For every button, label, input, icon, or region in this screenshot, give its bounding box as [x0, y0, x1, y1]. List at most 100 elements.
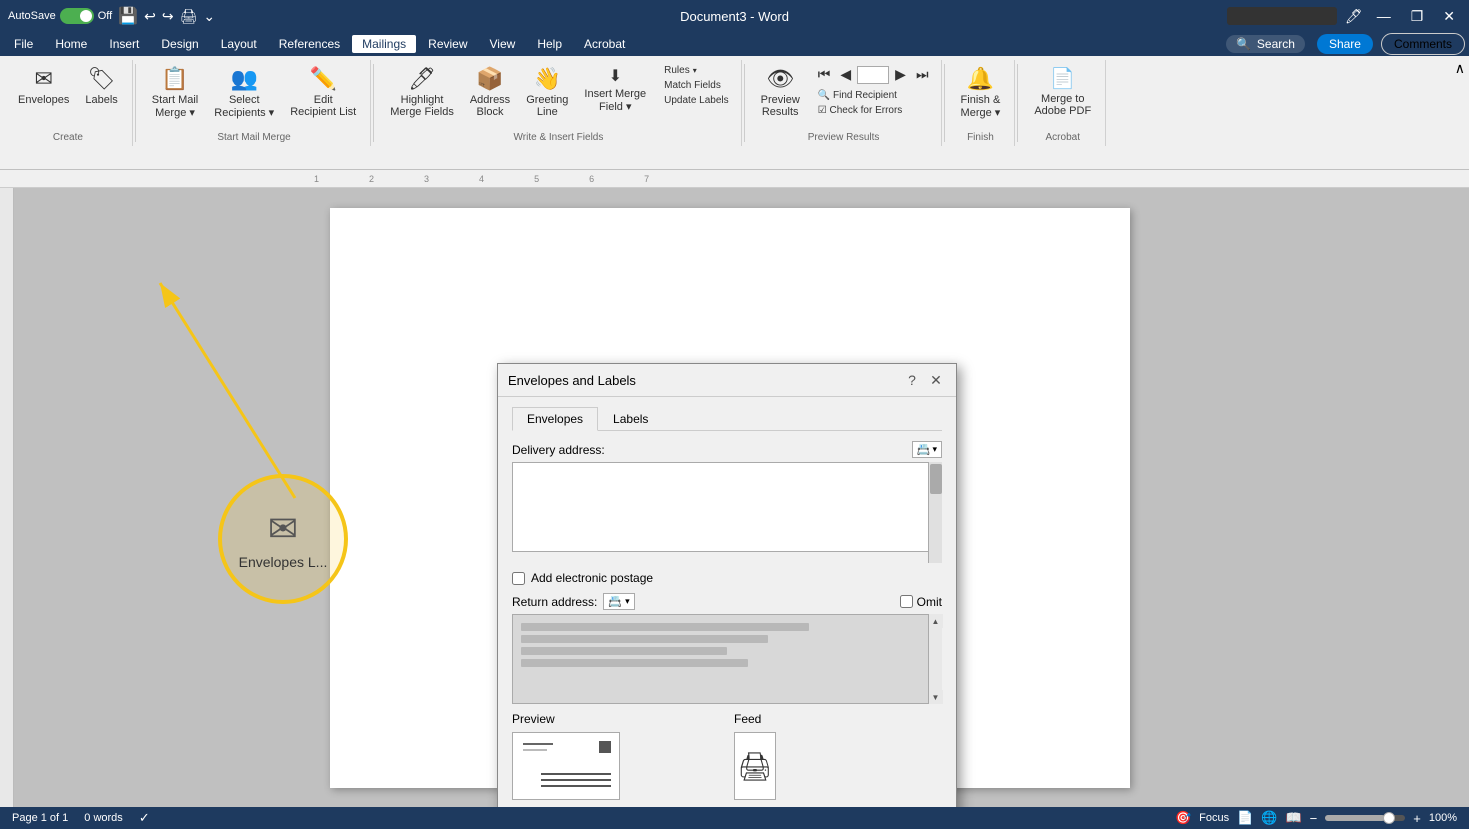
add-postage-checkbox[interactable]	[512, 572, 525, 585]
dialog-help-button[interactable]: ?	[902, 370, 922, 390]
delivery-address-book-button[interactable]: 📇 ▾	[912, 441, 942, 458]
autosave-label: AutoSave	[8, 10, 56, 22]
divider-3	[744, 64, 745, 142]
edit-recipient-label: Edit Recipient List	[290, 94, 356, 118]
menu-search[interactable]: 🔍 Search	[1226, 35, 1305, 53]
envelopes-button[interactable]: ✉ Envelopes	[12, 64, 75, 108]
update-labels-button[interactable]: Update Labels	[660, 94, 733, 107]
save-icon[interactable]: 💾	[118, 6, 138, 26]
ribbon-content: ✉ Envelopes 🏷 Labels Create 📋 Start Ma	[0, 56, 1469, 146]
focus-label[interactable]: Focus	[1199, 812, 1229, 824]
insert-merge-field-button[interactable]: ⬇ Insert Merge Field ▾	[578, 64, 652, 115]
start-mail-merge-button[interactable]: 📋 Start Mail Merge ▾	[146, 64, 204, 121]
address-book-icon: 📇	[917, 443, 931, 456]
greeting-line-button[interactable]: 👋 Greeting Line	[520, 64, 574, 120]
menu-references[interactable]: References	[269, 35, 350, 53]
nav-first-button[interactable]: ⏮	[814, 64, 835, 85]
omit-area: Omit	[900, 595, 942, 609]
menu-design[interactable]: Design	[151, 35, 208, 53]
ribbon-collapse-btn[interactable]: ∧	[1451, 60, 1469, 146]
return-address-select[interactable]: 📇 ▾	[603, 593, 634, 610]
return-addr-scrollbar[interactable]: ▲ ▼	[928, 614, 942, 704]
close-button[interactable]: ✕	[1437, 6, 1461, 27]
restore-button[interactable]: ❐	[1405, 6, 1430, 27]
menu-mailings[interactable]: Mailings	[352, 35, 416, 53]
match-fields-button[interactable]: Match Fields	[660, 79, 733, 92]
share-button[interactable]: Share	[1317, 34, 1373, 54]
write-insert-group-label: Write & Insert Fields	[384, 132, 732, 146]
select-recipients-button[interactable]: 👥 Select Recipients ▾	[208, 64, 280, 121]
check-errors-button[interactable]: ☑ Check for Errors	[814, 104, 933, 117]
tab-labels[interactable]: Labels	[598, 407, 663, 431]
omit-checkbox[interactable]	[900, 595, 913, 608]
edit-recipient-list-button[interactable]: ✏️ Edit Recipient List	[284, 64, 362, 120]
zoom-slider[interactable]	[1325, 815, 1405, 821]
redo-icon[interactable]: ↪	[162, 8, 174, 25]
customize-icon[interactable]: ⌄	[203, 8, 215, 25]
zoom-thumb[interactable]	[1383, 812, 1395, 824]
tab-envelopes[interactable]: Envelopes	[512, 407, 598, 431]
nav-last-button[interactable]: ⏭	[912, 64, 933, 85]
dialog-close-button[interactable]: ✕	[926, 370, 946, 390]
undo-icon[interactable]: ↩	[144, 8, 156, 25]
menu-file[interactable]: File	[4, 35, 43, 53]
env-delivery-line-2	[541, 779, 611, 781]
left-scrollbar[interactable]	[0, 188, 14, 807]
zoom-in-icon[interactable]: +	[1413, 811, 1421, 826]
view-read-icon[interactable]: 📖	[1285, 810, 1301, 826]
view-web-icon[interactable]: 🌐	[1261, 810, 1277, 826]
menu-acrobat[interactable]: Acrobat	[574, 35, 635, 53]
menu-layout[interactable]: Layout	[211, 35, 267, 53]
toggle-knob	[80, 10, 92, 22]
app-container: AutoSave Off 💾 ↩ ↪ 🖨 ⌄ Document3 - Word …	[0, 0, 1469, 829]
search-icon: 🔍	[1236, 37, 1251, 51]
comments-button[interactable]: Comments	[1381, 33, 1465, 55]
omit-text: Omit	[917, 595, 942, 609]
title-bar-left: AutoSave Off 💾 ↩ ↪ 🖨 ⌄	[8, 6, 215, 26]
nav-page-input[interactable]	[857, 66, 889, 84]
edit-recipient-icon: ✏️	[310, 66, 337, 92]
select-recipients-label: Select Recipients ▾	[214, 94, 274, 119]
autosave-area: AutoSave Off	[8, 8, 112, 24]
autosave-toggle[interactable]	[60, 8, 94, 24]
nav-prev-button[interactable]: ◀	[836, 64, 855, 85]
ribbon-display-icon[interactable]: 🖊	[1345, 8, 1363, 25]
address-block-button[interactable]: 📦 Address Block	[464, 64, 516, 120]
dropdown-chevron: ▾	[625, 596, 630, 607]
return-address-label: Return address:	[512, 595, 597, 609]
focus-icon[interactable]: 🎯	[1175, 810, 1191, 826]
annotation-envelope-icon: ✉	[268, 508, 298, 550]
delivery-address-input[interactable]	[512, 462, 942, 552]
preview-buttons: 👁 Preview Results ⏮ ◀ ▶ ⏭ 🔍 Find Recipie	[755, 60, 933, 132]
preview-icon: 👁	[766, 66, 794, 92]
minimize-button[interactable]: —	[1371, 6, 1397, 26]
menu-review[interactable]: Review	[418, 35, 477, 53]
write-insert-buttons: 🖊 Highlight Merge Fields 📦 Address Block…	[384, 60, 732, 132]
return-addr-scroll-up[interactable]: ▲	[929, 614, 943, 628]
nav-next-button[interactable]: ▶	[891, 64, 910, 85]
merge-pdf-icon: 📄	[1050, 66, 1075, 91]
return-addr-scroll-down[interactable]: ▼	[929, 690, 943, 704]
print-icon[interactable]: 🖨	[180, 8, 198, 25]
view-print-icon[interactable]: 📄	[1237, 810, 1253, 826]
menu-insert[interactable]: Insert	[99, 35, 149, 53]
search-box-placeholder[interactable]	[1227, 7, 1337, 25]
labels-button[interactable]: 🏷 Labels	[79, 64, 123, 108]
page-info: Page 1 of 1	[12, 812, 68, 824]
proofing-icon[interactable]: ✓	[139, 810, 150, 826]
ruler: 1 2 3 4 5 6 7	[0, 170, 1469, 188]
menu-view[interactable]: View	[480, 35, 526, 53]
delivery-addr-scrollbar[interactable]	[928, 462, 942, 563]
finish-merge-button[interactable]: 🔔 Finish & Merge ▾	[955, 64, 1007, 121]
env-delivery-line-3	[541, 785, 611, 787]
feed-col-label: Feed	[734, 712, 942, 726]
preview-results-button[interactable]: 👁 Preview Results	[755, 64, 806, 120]
menu-help[interactable]: Help	[527, 35, 572, 53]
merge-to-pdf-button[interactable]: 📄 Merge to Adobe PDF	[1028, 64, 1097, 119]
find-recipient-button[interactable]: 🔍 Find Recipient	[814, 89, 933, 102]
zoom-out-icon[interactable]: −	[1310, 811, 1318, 826]
menu-home[interactable]: Home	[45, 35, 97, 53]
highlight-merge-fields-button[interactable]: 🖊 Highlight Merge Fields	[384, 64, 460, 120]
highlight-icon: 🖊	[408, 66, 436, 92]
rules-button[interactable]: Rules ▾	[660, 64, 733, 77]
